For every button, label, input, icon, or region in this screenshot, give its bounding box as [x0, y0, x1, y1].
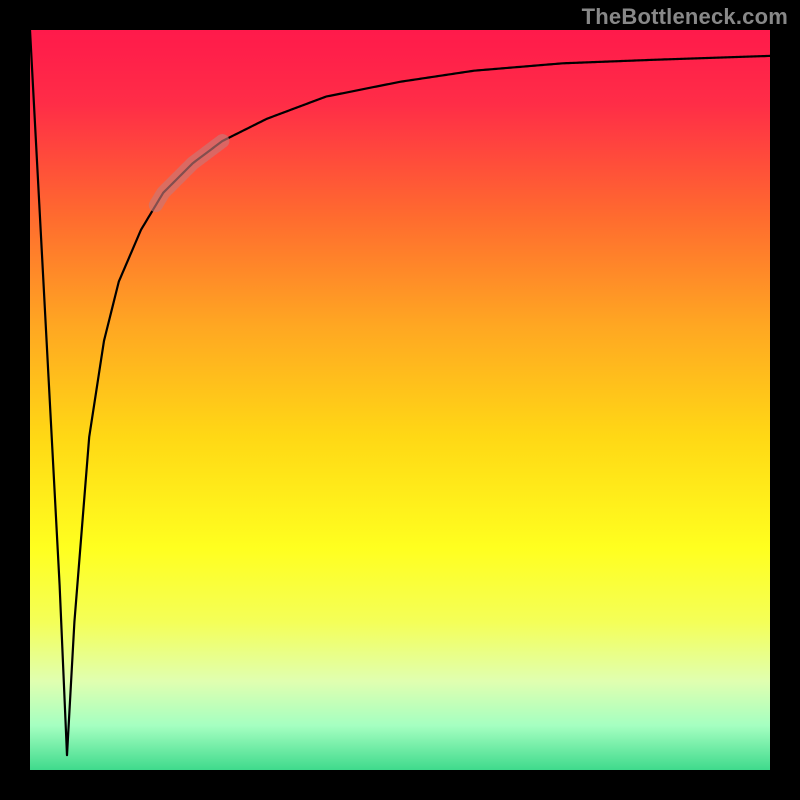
- watermark-text: TheBottleneck.com: [582, 4, 788, 30]
- bottleneck-chart: [0, 0, 800, 800]
- chart-frame: TheBottleneck.com: [0, 0, 800, 800]
- plot-background: [30, 30, 770, 770]
